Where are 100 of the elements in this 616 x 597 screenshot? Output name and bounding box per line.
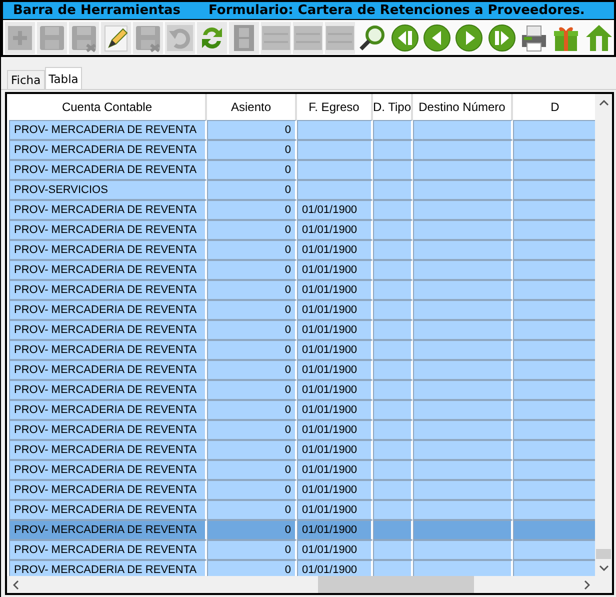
scroll-thumb[interactable] — [318, 576, 474, 593]
table-cell: PROV- MERCADERIA DE REVENTA — [14, 524, 197, 536]
table-cell: 01/01/1900 — [302, 324, 358, 336]
table-row[interactable]: PROV- MERCADERIA DE REVENTA 0 — [9, 120, 596, 140]
table-cell: PROV- MERCADERIA DE REVENTA — [14, 424, 197, 436]
table-row[interactable]: PROV- MERCADERIA DE REVENTA 0 01/01/1900 — [9, 240, 596, 260]
table-cell: PROV- MERCADERIA DE REVENTA — [14, 404, 197, 416]
table-cell: 0 — [284, 344, 291, 356]
table-cell: PROV- MERCADERIA DE REVENTA — [14, 284, 197, 296]
table-cell: 0 — [284, 564, 291, 576]
table-cell: 0 — [284, 264, 291, 276]
table-cell: PROV- MERCADERIA DE REVENTA — [14, 344, 197, 356]
table-row[interactable]: PROV- MERCADERIA DE REVENTA 0 01/01/1900 — [9, 260, 596, 280]
tab[interactable]: Ficha — [7, 70, 45, 89]
table-cell: 01/01/1900 — [302, 484, 358, 496]
table-cell: PROV- MERCADERIA DE REVENTA — [14, 144, 197, 156]
table-cell: 0 — [284, 304, 291, 316]
table-cell: PROV- MERCADERIA DE REVENTA — [14, 204, 197, 216]
table-cell: PROV- MERCADERIA DE REVENTA — [14, 224, 197, 236]
table-row[interactable]: PROV- MERCADERIA DE REVENTA 0 01/01/1900 — [9, 540, 596, 560]
table-cell: 0 — [284, 184, 291, 196]
table-cell: PROV- MERCADERIA DE REVENTA — [14, 384, 197, 396]
table-row[interactable]: PROV- MERCADERIA DE REVENTA 0 — [9, 140, 596, 160]
table-cell: 0 — [284, 444, 291, 456]
pencil-icon[interactable] — [101, 22, 131, 54]
table-row[interactable]: PROV- MERCADERIA DE REVENTA 0 01/01/1900 — [9, 320, 596, 340]
table-row[interactable]: PROV- MERCADERIA DE REVENTA 0 01/01/1900 — [9, 440, 596, 460]
table-cell: 01/01/1900 — [302, 304, 358, 316]
table-row[interactable]: PROV- MERCADERIA DE REVENTA 0 01/01/1900 — [9, 500, 596, 520]
table-cell: 01/01/1900 — [302, 384, 358, 396]
table-row[interactable]: PROV- MERCADERIA DE REVENTA 0 01/01/1900 — [9, 220, 596, 240]
table-cell: 0 — [284, 504, 291, 516]
table-row[interactable]: PROV- MERCADERIA DE REVENTA 0 01/01/1900 — [9, 520, 596, 540]
table-row[interactable]: PROV- MERCADERIA DE REVENTA 0 01/01/1900 — [9, 560, 596, 576]
table-row[interactable]: PROV- MERCADERIA DE REVENTA 0 01/01/1900 — [9, 480, 596, 500]
table-cell: 01/01/1900 — [302, 444, 358, 456]
table-cell: 0 — [284, 364, 291, 376]
table-cell: 01/01/1900 — [302, 364, 358, 376]
table-cell: 01/01/1900 — [302, 424, 358, 436]
table-cell: 0 — [284, 204, 291, 216]
table-cell: 01/01/1900 — [302, 464, 358, 476]
table-row[interactable]: PROV- MERCADERIA DE REVENTA 0 01/01/1900 — [9, 340, 596, 360]
table-row[interactable]: PROV- MERCADERIA DE REVENTA 0 01/01/1900 — [9, 460, 596, 480]
scroll-thumb[interactable] — [596, 549, 611, 559]
table-cell: 01/01/1900 — [302, 524, 358, 536]
vertical-scrollbar[interactable] — [595, 94, 612, 576]
table-cell: 01/01/1900 — [302, 544, 358, 556]
table-cell: 0 — [284, 244, 291, 256]
table-cell: 0 — [284, 484, 291, 496]
last-icon[interactable] — [486, 22, 517, 54]
table-cell: PROV- MERCADERIA DE REVENTA — [14, 164, 197, 176]
table-row[interactable]: PROV- MERCADERIA DE REVENTA 0 01/01/1900 — [9, 200, 596, 220]
table-row[interactable]: PROV- MERCADERIA DE REVENTA 0 01/01/1900 — [9, 420, 596, 440]
table-row[interactable]: PROV- MERCADERIA DE REVENTA 0 01/01/1900 — [9, 300, 596, 320]
table-row[interactable]: PROV-SERVICIOS 0 — [9, 180, 596, 200]
table-cell: 0 — [284, 404, 291, 416]
first-icon[interactable] — [389, 22, 420, 54]
next-icon[interactable] — [454, 22, 484, 54]
table-cell: PROV- MERCADERIA DE REVENTA — [14, 504, 197, 516]
table-cell: 01/01/1900 — [302, 244, 358, 256]
table-cell: 01/01/1900 — [302, 404, 358, 416]
table-cell: PROV- MERCADERIA DE REVENTA — [14, 244, 197, 256]
table-cell: 0 — [284, 284, 291, 296]
refresh-icon[interactable] — [197, 22, 227, 54]
table-cell: 0 — [284, 224, 291, 236]
toolbar-title: Barra de Herramientas — [13, 3, 181, 18]
table-cell: 01/01/1900 — [302, 264, 358, 276]
previous-icon[interactable] — [422, 22, 452, 54]
table-cell: PROV- MERCADERIA DE REVENTA — [14, 124, 197, 136]
table-cell: PROV- MERCADERIA DE REVENTA — [14, 444, 197, 456]
table-cell: 0 — [284, 384, 291, 396]
table-cell: 01/01/1900 — [302, 224, 358, 236]
table-cell: 0 — [284, 524, 291, 536]
table-cell: PROV-SERVICIOS — [14, 184, 108, 196]
table-cell: PROV- MERCADERIA DE REVENTA — [14, 484, 197, 496]
table-cell: PROV- MERCADERIA DE REVENTA — [14, 564, 197, 576]
column-header[interactable]: D. Tipo — [373, 94, 413, 120]
table-cell: 01/01/1900 — [302, 504, 358, 516]
table-cell: 0 — [284, 464, 291, 476]
tab[interactable]: Tabla — [44, 67, 82, 89]
table-cell: PROV- MERCADERIA DE REVENTA — [14, 324, 197, 336]
table-cell: PROV- MERCADERIA DE REVENTA — [14, 544, 197, 556]
table-cell: 0 — [284, 424, 291, 436]
table-cell: 0 — [284, 144, 291, 156]
table-cell: 01/01/1900 — [302, 564, 358, 576]
table-cell: 01/01/1900 — [302, 204, 358, 216]
table-cell: 0 — [284, 164, 291, 176]
table-row[interactable]: PROV- MERCADERIA DE REVENTA 0 01/01/1900 — [9, 360, 596, 380]
table-cell: 0 — [284, 544, 291, 556]
table-cell: 01/01/1900 — [302, 284, 358, 296]
table-row[interactable]: PROV- MERCADERIA DE REVENTA 0 — [9, 160, 596, 180]
table-cell: PROV- MERCADERIA DE REVENTA — [14, 464, 197, 476]
table-cell: PROV- MERCADERIA DE REVENTA — [14, 304, 197, 316]
table-cell: 0 — [284, 324, 291, 336]
table-row[interactable]: PROV- MERCADERIA DE REVENTA 0 01/01/1900 — [9, 380, 596, 400]
table-cell: PROV- MERCADERIA DE REVENTA — [14, 364, 197, 376]
table-cell: 01/01/1900 — [302, 344, 358, 356]
form-title: Formulario: Cartera de Retenciones a Proveedores. — [208, 3, 585, 18]
table-row[interactable]: PROV- MERCADERIA DE REVENTA 0 01/01/1900 — [9, 280, 596, 300]
table-row[interactable]: PROV- MERCADERIA DE REVENTA 0 01/01/1900 — [9, 400, 596, 420]
